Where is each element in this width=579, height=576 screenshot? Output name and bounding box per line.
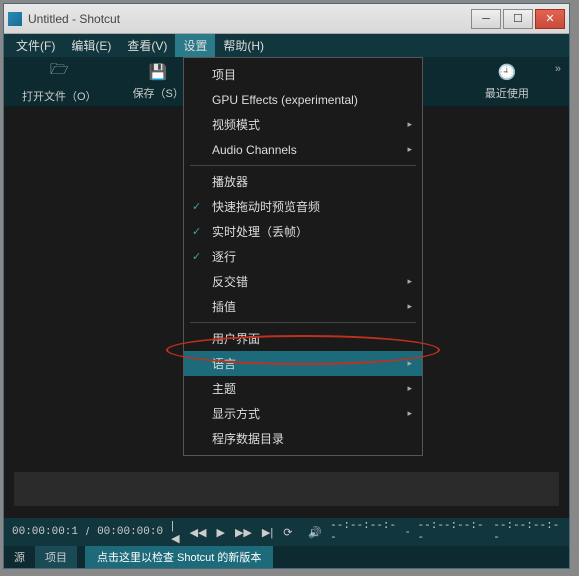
tab-project[interactable]: 项目 (35, 546, 77, 568)
divider: - (406, 526, 410, 538)
menu-interpolate[interactable]: 插值▸ (184, 294, 422, 319)
menu-settings[interactable]: 设置 (175, 34, 215, 57)
menu-player[interactable]: 播放器 (184, 169, 422, 194)
statusbar: 源 项目 点击这里以检查 Shotcut 的新版本 (4, 546, 569, 568)
check-icon: ✓ (192, 200, 201, 213)
menu-audio-channels[interactable]: Audio Channels▸ (184, 137, 422, 162)
menu-separator (190, 165, 416, 166)
close-button[interactable]: ✕ (535, 9, 565, 29)
timecode-in[interactable]: 00:00:00:1 (12, 526, 78, 538)
menu-appdata-dir[interactable]: 程序数据目录 (184, 426, 422, 451)
submenu-arrow-icon: ▸ (407, 276, 412, 287)
skip-end-button[interactable]: ▶| (262, 526, 273, 539)
menu-progressive[interactable]: ✓逐行 (184, 244, 422, 269)
window-title: Untitled - Shotcut (28, 12, 471, 26)
open-label: 打开文件（O） (22, 88, 97, 104)
check-icon: ✓ (192, 250, 201, 263)
play-button[interactable]: ▶ (216, 526, 224, 539)
app-window: Untitled - Shotcut ─ ☐ ✕ 文件(F) 编辑(E) 查看(… (3, 3, 570, 569)
menu-ui[interactable]: 用户界面 (184, 326, 422, 351)
update-check-link[interactable]: 点击这里以检查 Shotcut 的新版本 (85, 546, 273, 568)
app-icon (8, 12, 22, 26)
save-label: 保存（S） (133, 85, 184, 101)
timecode-range-end: --:--:--:-- (418, 520, 486, 544)
recent-button[interactable]: 🕘 最近使用 (467, 59, 547, 105)
menu-theme[interactable]: 主题▸ (184, 376, 422, 401)
timecode-range-start: --:--:--:-- (330, 520, 398, 544)
window-controls: ─ ☐ ✕ (471, 9, 565, 29)
menu-gpu-effects[interactable]: GPU Effects (experimental) (184, 87, 422, 112)
titlebar: Untitled - Shotcut ─ ☐ ✕ (4, 4, 569, 34)
menu-help[interactable]: 帮助(H) (215, 34, 272, 57)
menu-realtime[interactable]: ✓实时处理（丢帧） (184, 219, 422, 244)
submenu-arrow-icon: ▸ (407, 383, 412, 394)
fastforward-button[interactable]: ▶▶ (235, 526, 252, 539)
menu-edit[interactable]: 编辑(E) (63, 34, 119, 57)
menu-video-mode[interactable]: 视频模式▸ (184, 112, 422, 137)
settings-dropdown: 项目 GPU Effects (experimental) 视频模式▸ Audi… (183, 57, 423, 456)
transport-bar: 00:00:00:1 / 00:00:00:0 |◀ ◀◀ ▶ ▶▶ ▶| ⟳ … (4, 518, 569, 546)
minimize-button[interactable]: ─ (471, 9, 501, 29)
timecode-duration: --:--:--:-- (493, 520, 561, 544)
submenu-arrow-icon: ▸ (407, 119, 412, 130)
check-icon: ✓ (192, 225, 201, 238)
submenu-arrow-icon: ▸ (407, 358, 412, 369)
playback-controls: |◀ ◀◀ ▶ ▶▶ ▶| ⟳ 🔊 (171, 520, 322, 545)
menu-deinterlace[interactable]: 反交错▸ (184, 269, 422, 294)
clock-icon: 🕘 (498, 63, 517, 81)
recent-label: 最近使用 (485, 85, 529, 101)
open-file-button[interactable]: 🗁 打开文件（O） (4, 55, 115, 108)
timecode-position[interactable]: 00:00:00:0 (97, 526, 163, 538)
tab-source[interactable]: 源 (4, 546, 35, 568)
skip-start-button[interactable]: |◀ (171, 520, 179, 545)
volume-button[interactable]: 🔊 (308, 526, 322, 539)
menu-separator (190, 322, 416, 323)
submenu-arrow-icon: ▸ (407, 301, 412, 312)
menu-file[interactable]: 文件(F) (8, 34, 63, 57)
loop-button[interactable]: ⟳ (283, 526, 292, 539)
rewind-button[interactable]: ◀◀ (190, 526, 207, 539)
maximize-button[interactable]: ☐ (503, 9, 533, 29)
toolbar-overflow-button[interactable]: » (547, 59, 569, 105)
menubar: 文件(F) 编辑(E) 查看(V) 设置 帮助(H) (4, 34, 569, 57)
folder-open-icon: 🗁 (50, 59, 69, 84)
menu-scrub-audio[interactable]: ✓快速拖动时预览音频 (184, 194, 422, 219)
submenu-arrow-icon: ▸ (407, 144, 412, 155)
save-icon: 💾 (149, 63, 168, 81)
menu-project[interactable]: 项目 (184, 62, 422, 87)
menu-view[interactable]: 查看(V) (119, 34, 175, 57)
submenu-arrow-icon: ▸ (407, 408, 412, 419)
divider: / (86, 526, 89, 538)
menu-display-method[interactable]: 显示方式▸ (184, 401, 422, 426)
menu-language[interactable]: 语言▸ (184, 351, 422, 376)
timeline-strip[interactable] (14, 472, 559, 506)
